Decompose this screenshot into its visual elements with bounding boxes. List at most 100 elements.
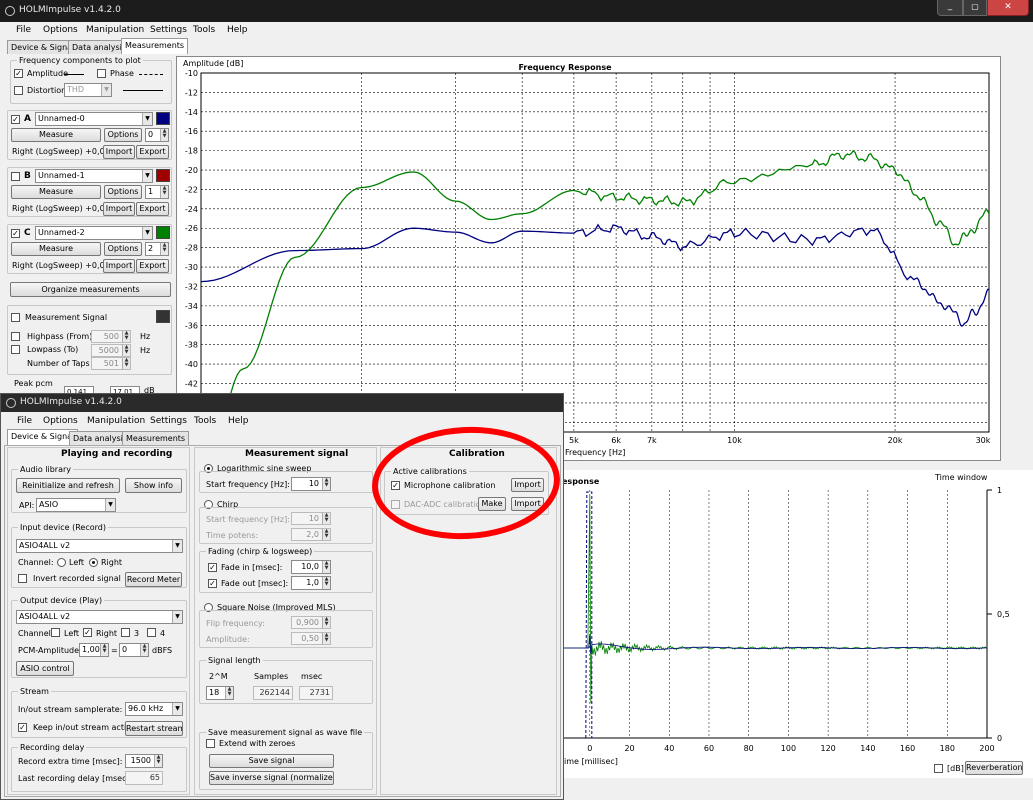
measurement-b-index[interactable]: 1 ▲ ▼ xyxy=(145,185,169,199)
highpass-input[interactable]: 500 ▲ ▼ xyxy=(91,330,131,343)
measurement-b-select[interactable]: Unnamed-1 ▼ xyxy=(35,169,153,183)
pcm-db-input[interactable]: 0 ▲ ▼ xyxy=(119,643,149,657)
options-c-button[interactable]: Options xyxy=(104,242,142,256)
organize-measurements-button[interactable]: Organize measurements xyxy=(10,282,171,297)
output-device-select[interactable]: ASIO4ALL v2 ▼ xyxy=(16,610,183,624)
samplerate-select[interactable]: 96.0 kHz ▼ xyxy=(125,702,183,716)
record-meter-button[interactable]: Record Meter xyxy=(125,572,182,587)
dac-import-button[interactable]: Import xyxy=(511,497,544,511)
amplitude-checkbox[interactable]: ✓ xyxy=(14,69,23,78)
asio-control-button[interactable]: ASIO control xyxy=(16,661,74,676)
restart-stream-button[interactable]: Restart stream xyxy=(125,721,183,736)
keep-active-checkbox[interactable]: ✓ xyxy=(18,723,27,732)
measurement-signal-color[interactable] xyxy=(156,310,170,323)
fade-in-input[interactable]: 10,0 ▲ ▼ xyxy=(291,560,331,574)
output-ch3-checkbox[interactable] xyxy=(121,628,130,637)
dac-make-button[interactable]: Make xyxy=(478,497,506,511)
highpass-checkbox[interactable] xyxy=(11,332,20,341)
measurement-a-color[interactable] xyxy=(156,112,170,125)
options-a-button[interactable]: Options xyxy=(104,128,142,142)
taps-input[interactable]: 501 ▲ ▼ xyxy=(91,357,131,370)
phase-checkbox[interactable] xyxy=(97,69,106,78)
front-menu-help[interactable]: Help xyxy=(228,416,249,426)
import-a-button[interactable]: Import xyxy=(103,145,135,159)
show-info-button[interactable]: Show info xyxy=(125,478,182,493)
start-frequency-input[interactable]: 10 ▲ ▼ xyxy=(291,477,331,491)
output-right-checkbox[interactable]: ✓ xyxy=(83,628,92,637)
close-button[interactable]: ✕ xyxy=(987,0,1029,16)
fade-out-input[interactable]: 1,0 ▲ ▼ xyxy=(291,576,331,590)
input-right-radio[interactable] xyxy=(89,558,98,567)
front-tab-measurements[interactable]: Measurements xyxy=(122,431,190,445)
measurement-b-checkbox[interactable] xyxy=(11,172,20,181)
maximize-button[interactable]: ▢ xyxy=(963,0,987,16)
lowpass-input[interactable]: 5000 ▲ ▼ xyxy=(91,344,131,357)
impulse-response-chart[interactable]: esponse Time window 0 20 40 60 80 100 120 140 16… xyxy=(540,470,1033,778)
export-b-button[interactable]: Export xyxy=(136,202,169,216)
measurement-a-index[interactable]: 0 ▲ ▼ xyxy=(145,128,169,142)
measurement-b-color[interactable] xyxy=(156,169,170,182)
front-menu-settings[interactable]: Settings xyxy=(150,416,187,426)
keep-active-label: Keep in/out stream active xyxy=(33,723,136,732)
api-select[interactable]: ASIO ▼ xyxy=(36,498,116,512)
dac-calibration-checkbox[interactable] xyxy=(391,500,400,509)
input-device-select[interactable]: ASIO4ALL v2 ▼ xyxy=(16,539,183,553)
menu-manipulation[interactable]: Manipulation xyxy=(86,25,144,35)
save-signal-button[interactable]: Save signal xyxy=(209,754,334,768)
front-tab-device-signal[interactable]: Device & Signal xyxy=(7,429,79,445)
export-a-button[interactable]: Export xyxy=(136,145,169,159)
export-c-button[interactable]: Export xyxy=(136,259,169,273)
y-tick-label: -10 xyxy=(185,69,198,78)
front-menu-manipulation[interactable]: Manipulation xyxy=(87,416,145,426)
distortion-checkbox[interactable] xyxy=(14,86,23,95)
menu-options[interactable]: Options xyxy=(43,25,78,35)
distortion-select[interactable]: THD ▼ xyxy=(64,83,112,97)
front-menu-file[interactable]: File xyxy=(17,416,32,426)
samplerate-label: In/out stream samplerate: xyxy=(18,705,123,714)
output-ch4-checkbox[interactable] xyxy=(147,628,156,637)
extend-zeroes-checkbox[interactable] xyxy=(206,739,215,748)
measure-c-button[interactable]: Measure xyxy=(11,242,101,256)
lowpass-checkbox[interactable] xyxy=(11,345,20,354)
flip-frequency-input[interactable]: 0,900 ▲ ▼ xyxy=(291,616,331,629)
save-inverse-button[interactable]: Save inverse signal (normalized) xyxy=(209,771,334,785)
m-input[interactable]: 18 ▲ ▼ xyxy=(206,686,234,700)
menu-tools[interactable]: Tools xyxy=(193,25,215,35)
measurement-c-color[interactable] xyxy=(156,226,170,239)
fade-in-checkbox[interactable]: ✓ xyxy=(208,563,217,572)
menu-help[interactable]: Help xyxy=(227,25,248,35)
reverberation-button[interactable]: Reverberation xyxy=(965,761,1023,775)
extra-time-input[interactable]: 1500 ▲ ▼ xyxy=(125,754,163,768)
mic-calibration-checkbox[interactable]: ✓ xyxy=(391,481,400,490)
input-left-radio[interactable] xyxy=(57,558,66,567)
measurement-signal-checkbox[interactable] xyxy=(11,313,20,322)
options-b-button[interactable]: Options xyxy=(104,185,142,199)
tab-measurements[interactable]: Measurements xyxy=(121,38,189,54)
measurement-a-checkbox[interactable]: ✓ xyxy=(11,115,20,124)
measurement-c-select[interactable]: Unnamed-2 ▼ xyxy=(35,226,153,240)
measure-b-button[interactable]: Measure xyxy=(11,185,101,199)
measurement-a-select[interactable]: Unnamed-0 ▼ xyxy=(35,112,153,126)
measurement-c-index[interactable]: 2 ▲ ▼ xyxy=(145,242,169,256)
db-checkbox[interactable] xyxy=(934,764,943,773)
output-left-checkbox[interactable] xyxy=(51,628,60,637)
import-b-button[interactable]: Import xyxy=(103,202,135,216)
pcm-amplitude-input[interactable]: 1,00 ▲ ▼ xyxy=(79,643,109,657)
time-x-tick: 160 xyxy=(900,744,915,753)
minimize-button[interactable]: _ xyxy=(937,0,963,16)
menu-file[interactable]: File xyxy=(16,25,31,35)
import-c-button[interactable]: Import xyxy=(103,259,135,273)
measurement-c-checkbox[interactable]: ✓ xyxy=(11,229,20,238)
front-menu-tools[interactable]: Tools xyxy=(194,416,216,426)
invert-checkbox[interactable] xyxy=(18,574,27,583)
amplitude-input[interactable]: 0,50 ▲ ▼ xyxy=(291,632,331,645)
menu-settings[interactable]: Settings xyxy=(150,25,187,35)
reinitialize-button[interactable]: Reinitialize and refresh xyxy=(16,478,120,493)
time-potens-input[interactable]: 2,0 ▲ ▼ xyxy=(291,528,331,541)
front-menu-options[interactable]: Options xyxy=(43,416,78,426)
mic-import-button[interactable]: Import xyxy=(511,478,544,492)
x-tick-label: 20k xyxy=(888,436,903,445)
fade-out-checkbox[interactable]: ✓ xyxy=(208,579,217,588)
chirp-start-input[interactable]: 10 ▲ ▼ xyxy=(291,512,331,525)
measure-a-button[interactable]: Measure xyxy=(11,128,101,142)
